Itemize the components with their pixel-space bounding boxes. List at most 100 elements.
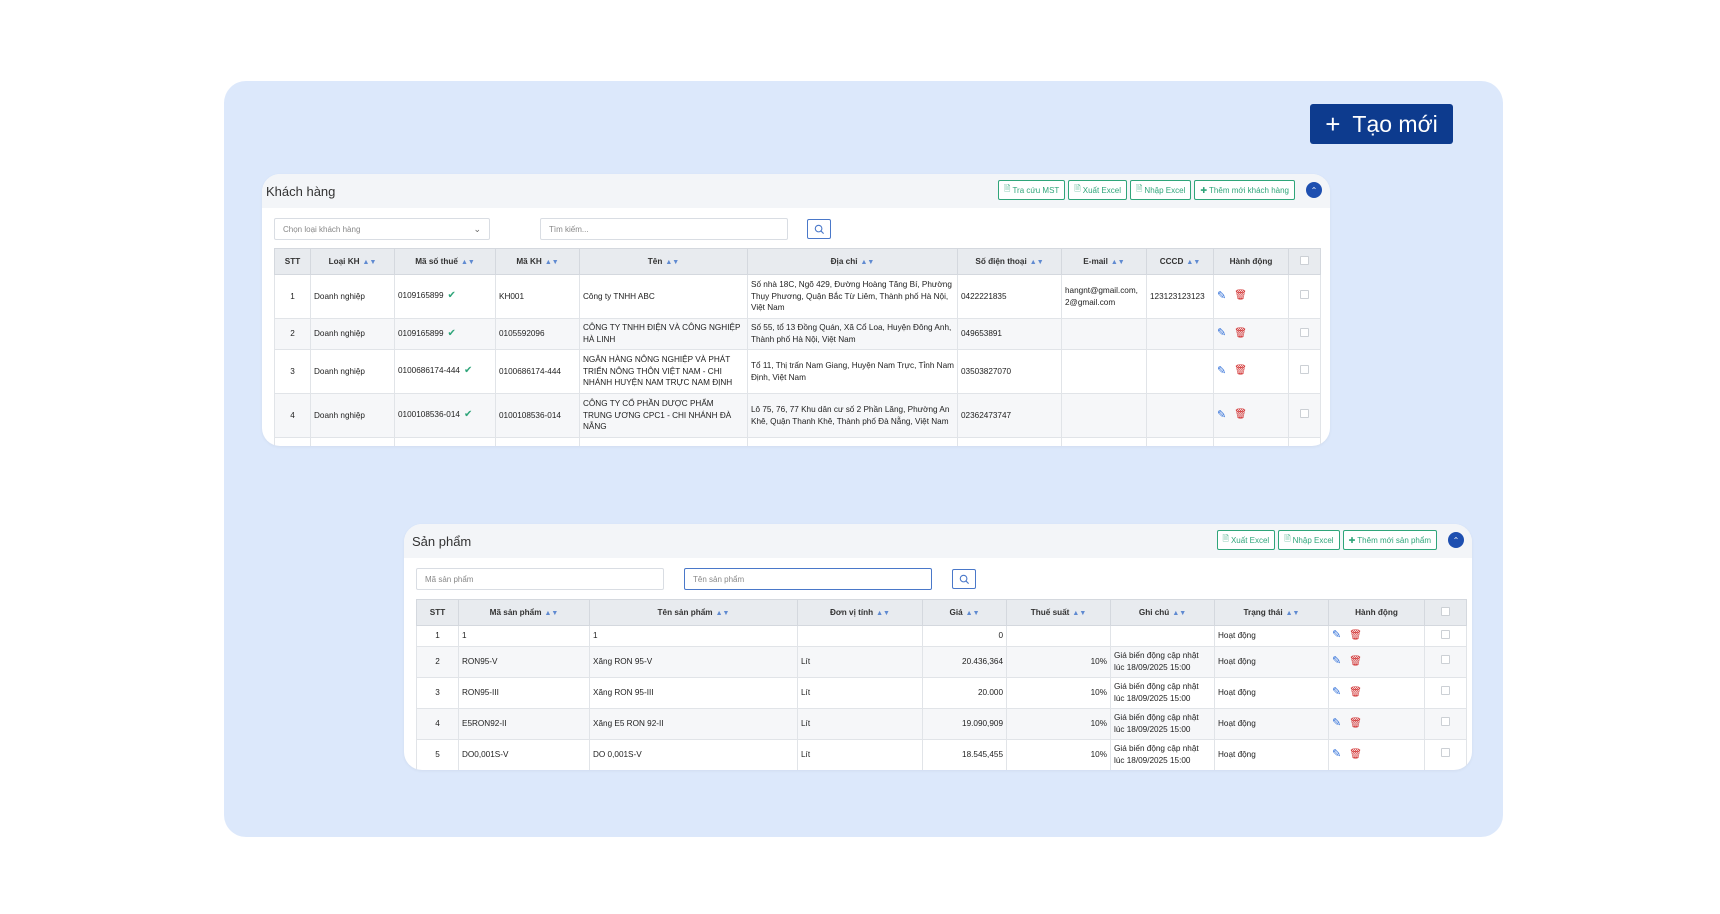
col-name[interactable]: Tên ▲▼ <box>579 248 748 275</box>
row-checkbox <box>1441 686 1450 696</box>
table-row: 5 DO0,001S-V DO 0,001S-V Lít 18.545,455 … <box>416 738 1467 770</box>
sort-icon: ▲▼ <box>1029 259 1044 266</box>
products-panel-header: Sản phẩm 🗎 Xuất Excel 🗎 Nhập Excel ✚ Thêm m… <box>404 524 1472 558</box>
sort-icon: ▲▼ <box>1072 610 1087 617</box>
row-checkbox <box>1300 290 1309 300</box>
customer-search-input[interactable]: Tìm kiếm... <box>540 218 788 240</box>
sort-icon: ▲▼ <box>1186 259 1201 266</box>
sort-icon: ▲▼ <box>544 259 559 266</box>
plus-icon: + <box>1325 109 1341 139</box>
products-panel: Sản phẩm 🗎 Xuất Excel 🗎 Nhập Excel ✚ Thêm m… <box>404 524 1472 770</box>
verified-check-icon: ✔ <box>463 409 473 421</box>
col-product-name[interactable]: Tên sản phẩm ▲▼ <box>589 599 798 626</box>
col-tax-rate[interactable]: Thuế suất ▲▼ <box>1006 599 1111 626</box>
select-all-checkbox <box>1300 256 1309 265</box>
col-actions: Hành động <box>1213 248 1289 275</box>
edit-icon[interactable]: ✎ <box>1217 364 1226 380</box>
row-checkbox <box>1441 717 1450 727</box>
file-icon: 🗎 <box>1074 184 1081 193</box>
customers-title: Khách hàng <box>266 183 336 199</box>
edit-icon[interactable]: ✎ <box>1217 289 1226 305</box>
verified-check-icon: ✔ <box>447 327 456 339</box>
edit-icon[interactable]: ✎ <box>1217 408 1226 424</box>
edit-icon[interactable]: ✎ <box>1332 747 1341 763</box>
col-email[interactable]: E-mail ▲▼ <box>1061 248 1147 275</box>
trash-icon[interactable]: 🗑 <box>1349 686 1362 701</box>
products-title: Sản phẩm <box>412 533 472 549</box>
plus-icon: ✚ <box>1348 535 1356 545</box>
select-all-checkbox <box>1441 607 1450 616</box>
sort-icon: ▲▼ <box>362 259 377 266</box>
edit-icon[interactable]: ✎ <box>1332 685 1341 701</box>
table-row: 1 1 1 0 Hoạt động ✎ 🗑 <box>416 625 1467 647</box>
col-price[interactable]: Giá ▲▼ <box>922 599 1007 626</box>
trash-icon[interactable]: 🗑 <box>1234 289 1247 304</box>
export-excel-button[interactable]: 🗎 Xuất Excel <box>1068 180 1127 200</box>
sort-icon: ▲▼ <box>665 259 680 266</box>
col-phone[interactable]: Số điện thoại ▲▼ <box>957 248 1062 275</box>
trash-icon[interactable]: 🗑 <box>1349 629 1362 644</box>
create-new-button[interactable]: + Tạo mới <box>1310 104 1453 144</box>
edit-icon[interactable]: ✎ <box>1332 716 1341 732</box>
table-row: 1 Doanh nghiệp 0109165899 ✔ KH001 Công ty… <box>274 274 1321 319</box>
search-icon <box>959 574 969 584</box>
add-product-button[interactable]: ✚ Thêm mới sản phẩm <box>1342 530 1437 550</box>
trash-icon[interactable]: 🗑 <box>1349 655 1362 670</box>
col-select-all[interactable] <box>1424 599 1467 626</box>
col-tax[interactable]: Mã số thuế ▲▼ <box>394 248 496 275</box>
edit-icon[interactable]: ✎ <box>1332 654 1341 670</box>
sort-icon: ▲▼ <box>1285 610 1300 617</box>
sort-icon: ▲▼ <box>1110 259 1125 266</box>
export-excel-button[interactable]: 🗎 Xuất Excel <box>1216 530 1276 550</box>
row-checkbox <box>1300 409 1309 419</box>
table-row: 2 Doanh nghiệp 0109165899 ✔ 0105592096 CÔ… <box>274 318 1321 350</box>
row-checkbox <box>1300 327 1309 337</box>
col-note[interactable]: Ghi chú ▲▼ <box>1110 599 1215 626</box>
customers-header-row: STT Loại KH ▲▼ Mã số thuế ▲▼ Mã KH ▲▼ Tên ▲▼… <box>274 248 1321 275</box>
sort-icon: ▲▼ <box>1172 610 1187 617</box>
collapse-icon[interactable]: ⌃ <box>1306 182 1322 198</box>
sort-icon: ▲▼ <box>715 610 730 617</box>
row-checkbox <box>1441 655 1450 665</box>
trash-icon[interactable]: 🗑 <box>1234 364 1247 379</box>
product-search-button[interactable] <box>952 569 976 589</box>
file-icon: 🗎 <box>1135 184 1143 193</box>
sort-icon: ▲▼ <box>876 610 890 617</box>
edit-icon[interactable]: ✎ <box>1332 628 1341 644</box>
sort-icon: ▲▼ <box>860 259 875 266</box>
trash-icon[interactable]: 🗑 <box>1234 327 1247 342</box>
table-row: 3 Doanh nghiệp 0100686174-444 ✔ 010068617… <box>274 349 1321 394</box>
edit-icon[interactable]: ✎ <box>1217 326 1226 342</box>
col-unit[interactable]: Đơn vị tính ▲▼ <box>797 599 923 626</box>
lookup-tax-button[interactable]: 🗎 Tra cứu MST <box>998 180 1066 200</box>
col-status[interactable]: Trạng thái ▲▼ <box>1214 599 1329 626</box>
collapse-icon[interactable]: ⌃ <box>1448 532 1464 548</box>
col-cccd[interactable]: CCCD ▲▼ <box>1146 248 1214 275</box>
customer-type-select[interactable]: Chọn loại khách hàng ⌄ <box>274 218 490 240</box>
col-select-all[interactable] <box>1288 248 1321 275</box>
add-customer-button[interactable]: ✚ Thêm mới khách hàng <box>1194 180 1295 200</box>
product-code-input[interactable]: Mã sản phẩm <box>416 568 664 590</box>
product-name-input[interactable]: Tên sản phẩm <box>684 568 932 590</box>
col-stt: STT <box>416 599 459 626</box>
trash-icon[interactable]: 🗑 <box>1349 717 1362 732</box>
sort-icon: ▲▼ <box>544 610 559 617</box>
col-product-code[interactable]: Mã sản phẩm ▲▼ <box>458 599 590 626</box>
table-row-partial <box>274 437 1321 446</box>
customers-panel-header: Khách hàng 🗎 Tra cứu MST 🗎 Xuất Excel 🗎 Nhậ… <box>262 174 1330 208</box>
col-stt: STT <box>274 248 311 275</box>
trash-icon[interactable]: 🗑 <box>1349 748 1362 763</box>
import-excel-button[interactable]: 🗎 Nhập Excel <box>1129 180 1192 200</box>
trash-icon[interactable]: 🗑 <box>1234 408 1247 423</box>
table-row: 4 E5RON92-II Xăng E5 RON 92-II Lít 19.09… <box>416 707 1467 740</box>
customer-search-button[interactable] <box>807 219 831 239</box>
file-icon: 🗎 <box>1284 534 1291 543</box>
plus-icon: ✚ <box>1200 185 1208 195</box>
col-type[interactable]: Loại KH ▲▼ <box>310 248 395 275</box>
sort-icon: ▲▼ <box>965 610 980 617</box>
col-code[interactable]: Mã KH ▲▼ <box>495 248 580 275</box>
col-address[interactable]: Địa chỉ ▲▼ <box>747 248 958 275</box>
customers-table: STT Loại KH ▲▼ Mã số thuế ▲▼ Mã KH ▲▼ Tên ▲▼… <box>274 248 1321 446</box>
import-excel-button[interactable]: 🗎 Nhập Excel <box>1278 530 1340 550</box>
verified-check-icon: ✔ <box>463 365 473 377</box>
